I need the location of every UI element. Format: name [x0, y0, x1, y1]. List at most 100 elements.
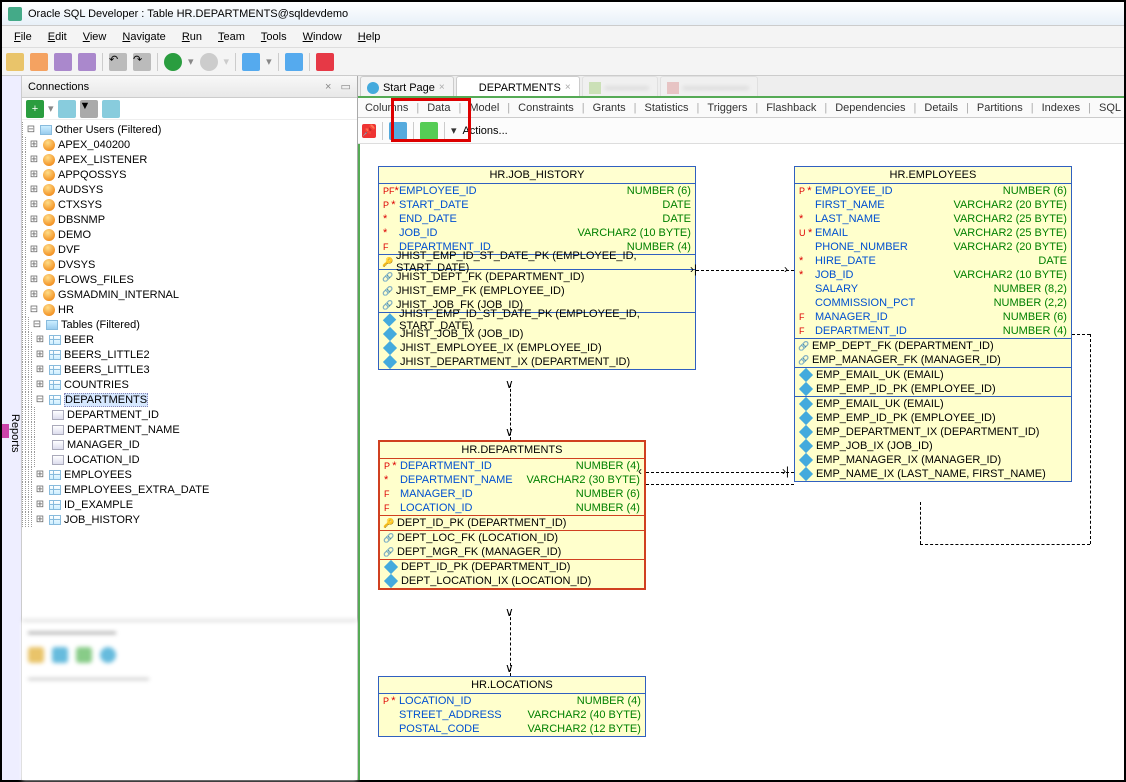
expand-icon[interactable]: ⊟ — [31, 319, 43, 330]
expand-icon[interactable]: ⊞ — [34, 469, 46, 480]
redo-icon[interactable]: ↷ — [133, 53, 151, 71]
tree-node[interactable]: ⊟DEPARTMENTS — [22, 392, 357, 407]
dropdown-icon[interactable]: ▾ — [266, 55, 272, 68]
find-icon[interactable] — [285, 53, 303, 71]
expand-icon[interactable]: ⊟ — [34, 394, 46, 405]
expand-icon[interactable]: ⊞ — [28, 244, 40, 255]
tree-node[interactable]: ⊞GSMADMIN_INTERNAL — [22, 287, 357, 302]
expand-icon[interactable]: ⊞ — [28, 259, 40, 270]
entity-hr-job_history[interactable]: HR.JOB_HISTORYPF*EMPLOYEE_IDNUMBER (6)P … — [378, 166, 696, 370]
tree-node[interactable]: ⊞CTXSYS — [22, 197, 357, 212]
expand-icon[interactable]: ⊞ — [28, 199, 40, 210]
menu-view[interactable]: View — [75, 29, 115, 45]
refresh-icon[interactable] — [58, 100, 76, 118]
tree-node[interactable]: ⊞EMPLOYEES — [22, 467, 357, 482]
dropdown-icon[interactable]: ▾ — [48, 102, 54, 115]
subtab-triggers[interactable]: Triggers — [704, 100, 750, 116]
tree-node[interactable]: ⊞APPQOSSYS — [22, 167, 357, 182]
tree-node[interactable]: ⊞JOB_HISTORY — [22, 512, 357, 527]
expand-icon[interactable]: ⊞ — [34, 364, 46, 375]
tree-node[interactable]: ⊞COUNTRIES — [22, 377, 357, 392]
tree-node[interactable]: ⊟HR — [22, 302, 357, 317]
add-icon[interactable]: + — [26, 100, 44, 118]
close-icon[interactable]: × — [565, 82, 571, 93]
tree-node[interactable]: ⊞DBSNMP — [22, 212, 357, 227]
forward-icon[interactable] — [200, 53, 218, 71]
tree-node[interactable]: ⊞EMPLOYEES_EXTRA_DATE — [22, 482, 357, 497]
dropdown-icon[interactable]: ▾ — [224, 55, 230, 68]
expand-icon[interactable]: ⊞ — [34, 499, 46, 510]
expand-icon[interactable]: ⊞ — [28, 139, 40, 150]
subtab-indexes[interactable]: Indexes — [1039, 100, 1084, 116]
sql-icon[interactable] — [242, 53, 260, 71]
back-icon[interactable] — [164, 53, 182, 71]
expand-icon[interactable]: ⊟ — [25, 124, 37, 135]
subtab-flashback[interactable]: Flashback — [763, 100, 819, 116]
entity-hr-departments[interactable]: HR.DEPARTMENTSP *DEPARTMENT_IDNUMBER (4)… — [378, 440, 646, 590]
expand-icon[interactable]: ⊞ — [34, 484, 46, 495]
expand-icon[interactable]: ⊞ — [28, 184, 40, 195]
tree-node[interactable]: ⊞DVF — [22, 242, 357, 257]
pin-icon[interactable]: 📌 — [362, 124, 376, 138]
menu-tools[interactable]: Tools — [253, 29, 295, 45]
tree-node[interactable]: ⊞BEER — [22, 332, 357, 347]
undo-icon[interactable]: ↶ — [109, 53, 127, 71]
tree-node[interactable]: DEPARTMENT_NAME — [22, 422, 357, 437]
expand-icon[interactable]: ⊞ — [34, 514, 46, 525]
expand-icon[interactable]: ⊞ — [28, 214, 40, 225]
subtab-columns[interactable]: Columns — [362, 100, 411, 116]
dock-icon[interactable]: ▭ — [341, 81, 351, 93]
tree-node[interactable]: ⊞BEERS_LITTLE2 — [22, 347, 357, 362]
tree-node[interactable]: ⊟Other Users (Filtered) — [22, 122, 357, 137]
expand-icon[interactable]: ⊞ — [28, 274, 40, 285]
subtab-data[interactable]: Data — [424, 100, 453, 116]
tree-node[interactable]: MANAGER_ID — [22, 437, 357, 452]
menu-team[interactable]: Team — [210, 29, 253, 45]
tree-node[interactable]: ⊞ID_EXAMPLE — [22, 497, 357, 512]
stop-icon[interactable] — [316, 53, 334, 71]
tab-start-page[interactable]: Start Page × — [360, 76, 454, 96]
actions-button[interactable]: Actions... — [462, 125, 507, 137]
tab-inactive[interactable]: ———— — [582, 76, 658, 96]
tree-node[interactable]: ⊞APEX_040200 — [22, 137, 357, 152]
tab-inactive[interactable]: —————— — [660, 76, 758, 96]
expand-icon[interactable]: ⊞ — [34, 379, 46, 390]
connections-tree[interactable]: ⊟Other Users (Filtered)⊞APEX_040200⊞APEX… — [22, 120, 357, 620]
tree-node[interactable]: ⊞DEMO — [22, 227, 357, 242]
menu-edit[interactable]: Edit — [40, 29, 75, 45]
tab-departments[interactable]: DEPARTMENTS × — [456, 76, 580, 96]
layout-icon[interactable] — [420, 122, 438, 140]
minimize-icon[interactable]: × — [325, 81, 331, 93]
menu-navigate[interactable]: Navigate — [114, 29, 173, 45]
expand-icon[interactable]: ⊞ — [28, 289, 40, 300]
tree-node[interactable]: ⊞AUDSYS — [22, 182, 357, 197]
new-icon[interactable] — [6, 53, 24, 71]
subtab-constraints[interactable]: Constraints — [515, 100, 577, 116]
expand-icon[interactable]: ⊞ — [28, 154, 40, 165]
expand-icon[interactable]: ⊞ — [34, 349, 46, 360]
tree-node[interactable]: ⊞DVSYS — [22, 257, 357, 272]
expand-icon[interactable]: ⊟ — [28, 304, 40, 315]
tree-node[interactable]: LOCATION_ID — [22, 452, 357, 467]
model-canvas[interactable]: HR.JOB_HISTORYPF*EMPLOYEE_IDNUMBER (6)P … — [358, 144, 1124, 780]
dropdown-icon[interactable]: ▾ — [451, 124, 457, 137]
tree-node[interactable]: ⊞APEX_LISTENER — [22, 152, 357, 167]
expand-icon[interactable]: ⊞ — [28, 169, 40, 180]
tree-node[interactable]: ⊞BEERS_LITTLE3 — [22, 362, 357, 377]
tree-node[interactable]: ⊟Tables (Filtered) — [22, 317, 357, 332]
subtab-partitions[interactable]: Partitions — [974, 100, 1026, 116]
subtab-model[interactable]: Model — [466, 100, 502, 116]
zoom-icon[interactable] — [389, 122, 407, 140]
entity-hr-employees[interactable]: HR.EMPLOYEESP *EMPLOYEE_IDNUMBER (6)FIRS… — [794, 166, 1072, 482]
close-icon[interactable]: × — [439, 82, 445, 93]
tree-node[interactable]: DEPARTMENT_ID — [22, 407, 357, 422]
menu-file[interactable]: File — [6, 29, 40, 45]
subtab-sql[interactable]: SQL — [1096, 100, 1124, 116]
subtab-statistics[interactable]: Statistics — [642, 100, 692, 116]
entity-hr-locations[interactable]: HR.LOCATIONSP *LOCATION_IDNUMBER (4)STRE… — [378, 676, 646, 737]
menu-help[interactable]: Help — [350, 29, 389, 45]
side-tab-reports[interactable]: Reports — [2, 76, 22, 780]
subtab-grants[interactable]: Grants — [590, 100, 629, 116]
grid-icon[interactable] — [102, 100, 120, 118]
expand-icon[interactable]: ⊞ — [28, 229, 40, 240]
